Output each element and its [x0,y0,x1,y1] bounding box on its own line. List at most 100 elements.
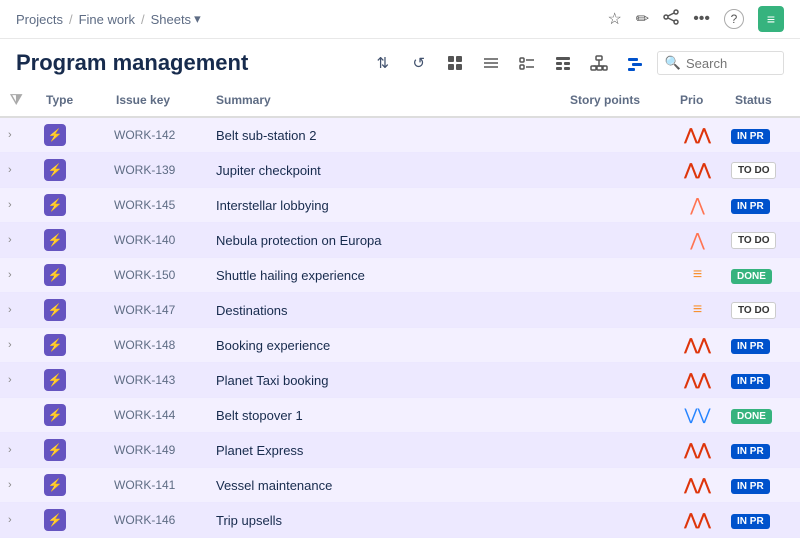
table-row[interactable]: › ⚡ WORK-140 Nebula protection on Europa… [0,223,800,258]
summary-cell[interactable]: Belt stopover 1 [206,398,560,433]
summary-cell[interactable]: Planet Taxi booking [206,363,560,398]
summary-cell[interactable]: Planet Express [206,433,560,468]
star-icon[interactable]: ☆ [607,9,621,29]
share-icon[interactable] [663,9,679,30]
filter-icon[interactable]: ⧩ [10,91,23,107]
summary-cell[interactable]: Nebula protection on Europa [206,223,560,258]
status-cell: IN PR [725,328,800,363]
view-card-icon[interactable] [441,49,469,77]
expand-cell[interactable]: › [0,363,36,398]
type-cell: ⚡ [36,398,106,433]
checklist-icon[interactable] [513,49,541,77]
table-row[interactable]: › ⚡ WORK-147 Destinations ≡ TO DO [0,293,800,328]
top-bar: Projects / Fine work / Sheets ▾ ☆ ✏ ••• … [0,0,800,39]
points-cell [560,328,670,363]
prio-cell: ≡ [670,293,725,328]
breadcrumb-projects[interactable]: Projects [16,12,63,27]
filter-header[interactable]: ⧩ [0,83,36,117]
key-cell[interactable]: WORK-139 [106,153,206,188]
help-icon[interactable]: ? [724,9,744,29]
hierarchy-icon[interactable] [585,49,613,77]
prio-cell: ⋀⋀ [670,503,725,538]
table-row[interactable]: › ⚡ WORK-149 Planet Express ⋀⋀ IN PR [0,433,800,468]
points-cell [560,153,670,188]
summary-cell[interactable]: Vessel maintenance [206,468,560,503]
table-row[interactable]: › ⚡ WORK-142 Belt sub-station 2 ⋀⋀ IN PR [0,117,800,153]
prio-cell: ⋀ [670,188,725,223]
expand-cell[interactable]: › [0,328,36,363]
key-cell[interactable]: WORK-142 [106,117,206,153]
expand-cell[interactable]: › [0,503,36,538]
breadcrumb-sep1: / [69,12,73,27]
status-badge: TO DO [731,232,776,249]
points-header: Story points [560,83,670,117]
table-container: ⧩ Type Issue key Summary Story points Pr… [0,83,800,538]
points-cell [560,503,670,538]
breadcrumb-sheets-dropdown[interactable]: Sheets ▾ [151,11,201,27]
summary-cell[interactable]: Trip upsells [206,503,560,538]
table-row[interactable]: › ⚡ WORK-150 Shuttle hailing experience … [0,258,800,293]
status-cell: IN PR [725,468,800,503]
expand-cell[interactable] [0,398,36,433]
roadmap-icon[interactable] [621,49,649,77]
table-row[interactable]: › ⚡ WORK-139 Jupiter checkpoint ⋀⋀ TO DO [0,153,800,188]
summary-cell[interactable]: Belt sub-station 2 [206,117,560,153]
refresh-icon[interactable]: ↺ [405,49,433,77]
table-row[interactable]: › ⚡ WORK-145 Interstellar lobbying ⋀ IN … [0,188,800,223]
expand-cell[interactable]: › [0,258,36,293]
key-cell[interactable]: WORK-145 [106,188,206,223]
search-box[interactable]: 🔍 [657,51,784,75]
prio-cell: ⋀⋀ [670,328,725,363]
list-icon[interactable] [477,49,505,77]
more-icon[interactable]: ••• [693,10,710,28]
type-cell: ⚡ [36,328,106,363]
key-cell[interactable]: WORK-148 [106,328,206,363]
type-badge: ⚡ [44,194,66,216]
key-cell[interactable]: WORK-140 [106,223,206,258]
expand-cell[interactable]: › [0,188,36,223]
edit-icon[interactable]: ✏ [636,9,649,29]
expand-cell[interactable]: › [0,117,36,153]
key-cell[interactable]: WORK-150 [106,258,206,293]
points-cell [560,363,670,398]
expand-cell[interactable]: › [0,468,36,503]
table-row[interactable]: ⚡ WORK-144 Belt stopover 1 ⋁⋁ DONE [0,398,800,433]
prio-cell: ⋀⋀ [670,117,725,153]
key-cell[interactable]: WORK-143 [106,363,206,398]
sort-icon[interactable]: ⇅ [369,49,397,77]
type-badge: ⚡ [44,369,66,391]
table-icon[interactable] [549,49,577,77]
menu-icon[interactable]: ≡ [758,6,784,32]
breadcrumb-fine-work[interactable]: Fine work [79,12,135,27]
expand-cell[interactable]: › [0,293,36,328]
key-cell[interactable]: WORK-146 [106,503,206,538]
points-cell [560,258,670,293]
summary-cell[interactable]: Destinations [206,293,560,328]
expand-cell[interactable]: › [0,433,36,468]
table-row[interactable]: › ⚡ WORK-143 Planet Taxi booking ⋀⋀ IN P… [0,363,800,398]
status-cell: IN PR [725,117,800,153]
type-cell: ⚡ [36,223,106,258]
key-cell[interactable]: WORK-144 [106,398,206,433]
table-row[interactable]: › ⚡ WORK-146 Trip upsells ⋀⋀ IN PR [0,503,800,538]
breadcrumb: Projects / Fine work / Sheets ▾ [16,11,201,27]
key-cell[interactable]: WORK-149 [106,433,206,468]
summary-cell[interactable]: Shuttle hailing experience [206,258,560,293]
summary-cell[interactable]: Booking experience [206,328,560,363]
status-badge: IN PR [731,199,770,214]
expand-cell[interactable]: › [0,223,36,258]
key-cell[interactable]: WORK-141 [106,468,206,503]
table-row[interactable]: › ⚡ WORK-148 Booking experience ⋀⋀ IN PR [0,328,800,363]
table-row[interactable]: › ⚡ WORK-141 Vessel maintenance ⋀⋀ IN PR [0,468,800,503]
expand-cell[interactable]: › [0,153,36,188]
key-cell[interactable]: WORK-147 [106,293,206,328]
status-badge: DONE [731,269,772,284]
summary-cell[interactable]: Interstellar lobbying [206,188,560,223]
prio-header: Prio [670,83,725,117]
summary-cell[interactable]: Jupiter checkpoint [206,153,560,188]
status-badge: IN PR [731,444,770,459]
type-badge: ⚡ [44,299,66,321]
search-input[interactable] [686,56,776,71]
type-badge: ⚡ [44,509,66,531]
type-header: Type [36,83,106,117]
